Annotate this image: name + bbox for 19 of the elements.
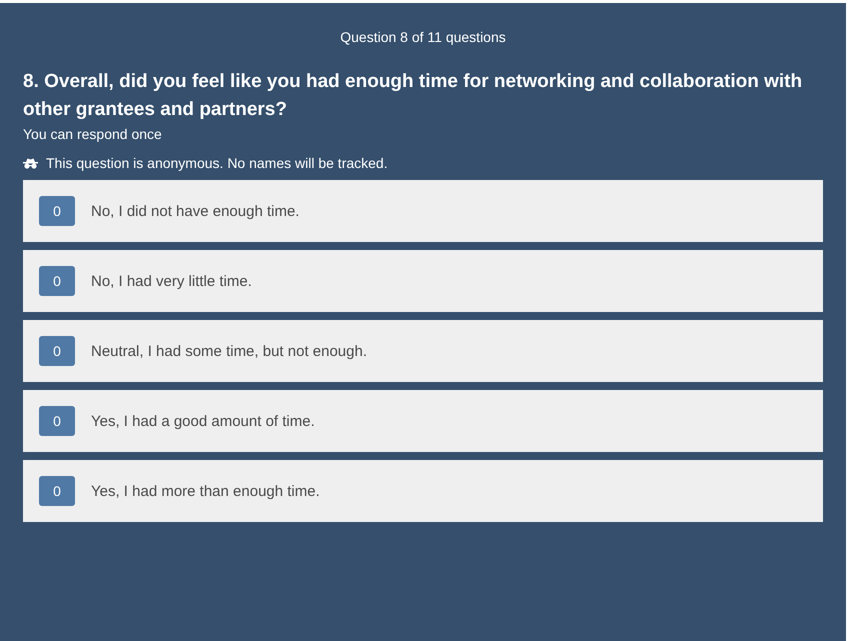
vote-count: 0 [39, 196, 75, 226]
anonymous-notice: This question is anonymous. No names will be tracked. [46, 155, 388, 171]
option-label: Yes, I had a good amount of time. [91, 412, 315, 430]
answer-option[interactable]: 0 Yes, I had more than enough time. [23, 460, 823, 522]
option-label: Neutral, I had some time, but not enough. [91, 342, 367, 360]
response-hint: You can respond once [23, 126, 163, 142]
answer-option[interactable]: 0 No, I did not have enough time. [23, 180, 823, 242]
vote-count: 0 [39, 266, 75, 296]
option-label: No, I did not have enough time. [91, 202, 300, 220]
answer-option[interactable]: 0 Yes, I had a good amount of time. [23, 390, 823, 452]
option-label: No, I had very little time. [91, 272, 252, 290]
vote-count: 0 [39, 406, 75, 436]
question-title: 8. Overall, did you feel like you had enough time for networking and collaboration with other grantees and partners? [23, 70, 804, 122]
option-label: Yes, I had more than enough time. [91, 482, 320, 500]
answer-option[interactable]: 0 No, I had very little time. [23, 250, 823, 312]
vote-count: 0 [39, 336, 75, 366]
answer-option[interactable]: 0 Neutral, I had some time, but not enough. [23, 320, 823, 382]
vote-count: 0 [39, 476, 75, 506]
incognito-icon [23, 158, 38, 168]
